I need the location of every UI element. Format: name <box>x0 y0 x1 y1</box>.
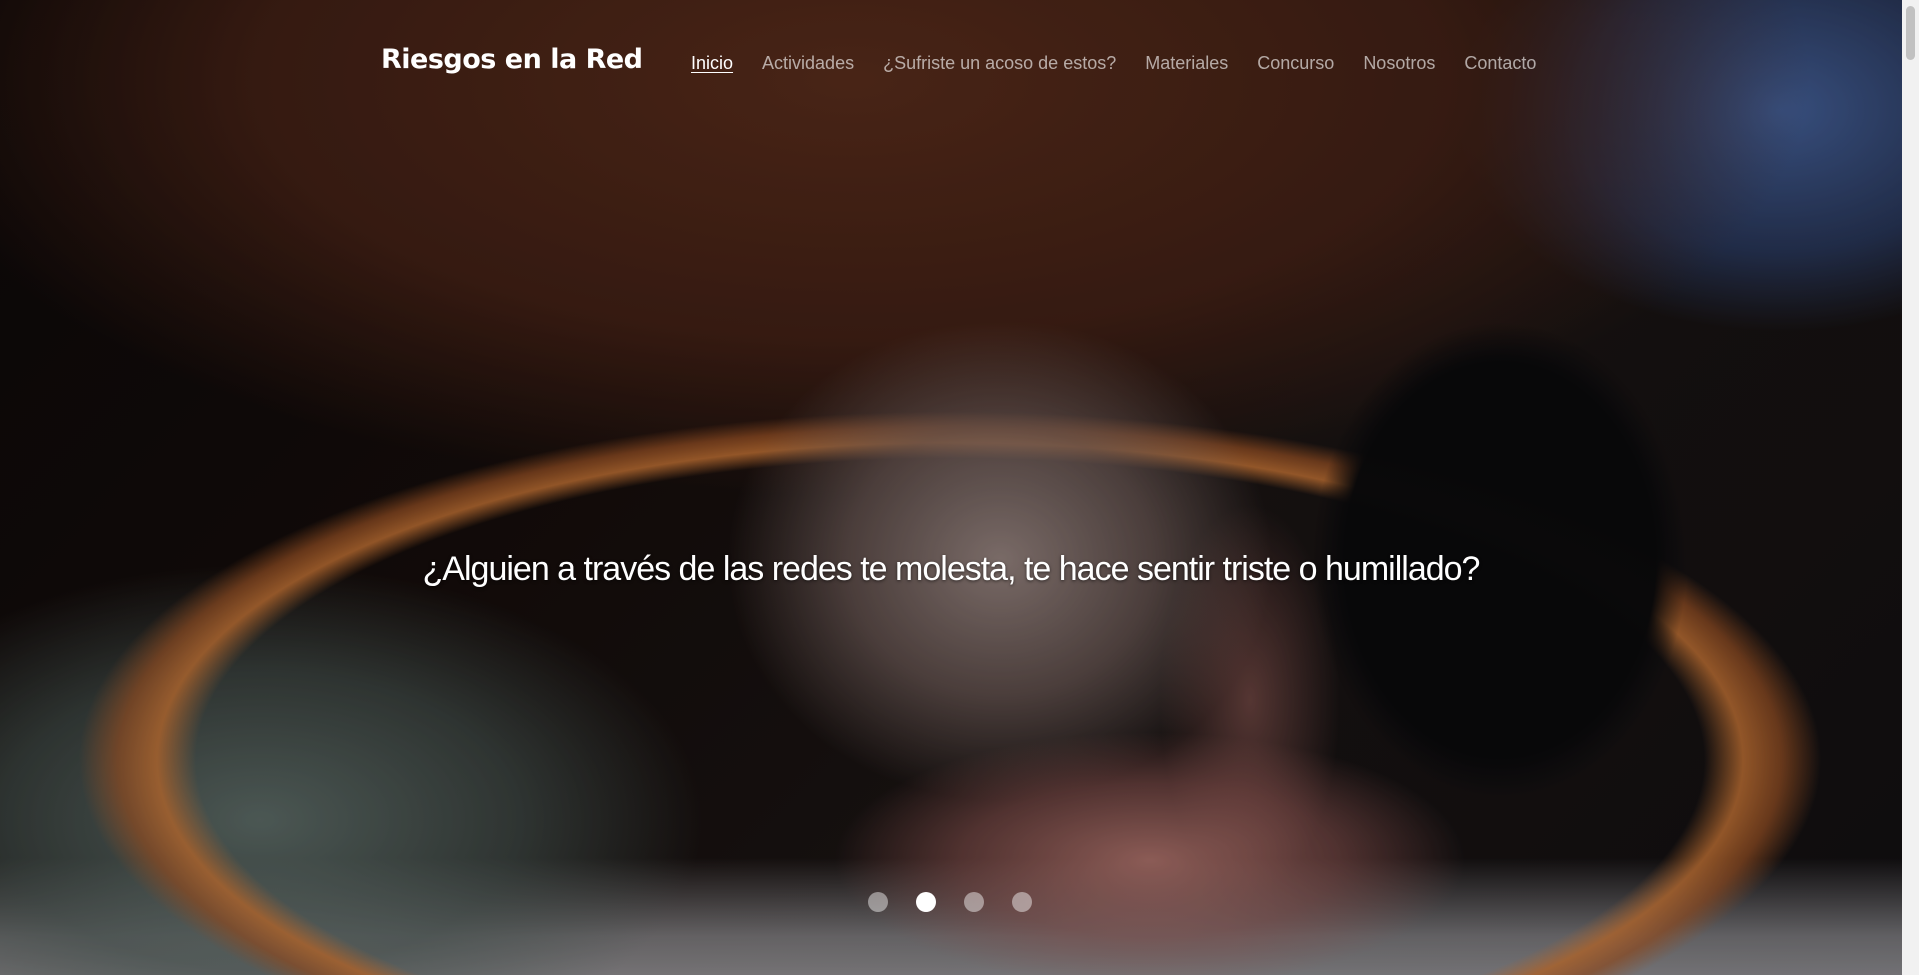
scrollbar-thumb[interactable] <box>1906 6 1915 60</box>
nav-item-actividades[interactable]: Actividades <box>762 52 854 74</box>
nav-item-concurso[interactable]: Concurso <box>1257 52 1334 74</box>
hero-overlay <box>0 0 1902 975</box>
nav-item-sufriste-acoso[interactable]: ¿Sufriste un acoso de estos? <box>883 52 1116 74</box>
main-nav: Inicio Actividades ¿Sufriste un acoso de… <box>691 52 1565 74</box>
page: Riesgos en la Red Inicio Actividades ¿Su… <box>0 0 1902 975</box>
carousel-indicator-3[interactable] <box>964 892 984 912</box>
hero-caption: ¿Alguien a través de las redes te molest… <box>422 550 1481 588</box>
site-header: Riesgos en la Red Inicio Actividades ¿Su… <box>0 0 1902 128</box>
site-brand[interactable]: Riesgos en la Red <box>381 44 643 75</box>
carousel-indicator-2[interactable] <box>916 892 936 912</box>
nav-item-contacto[interactable]: Contacto <box>1464 52 1536 74</box>
carousel-indicators <box>868 892 1060 912</box>
vertical-scrollbar[interactable] <box>1902 0 1919 975</box>
nav-item-nosotros[interactable]: Nosotros <box>1363 52 1435 74</box>
nav-item-inicio[interactable]: Inicio <box>691 52 733 74</box>
carousel-indicator-4[interactable] <box>1012 892 1032 912</box>
carousel-indicator-1[interactable] <box>868 892 888 912</box>
nav-item-materiales[interactable]: Materiales <box>1145 52 1228 74</box>
